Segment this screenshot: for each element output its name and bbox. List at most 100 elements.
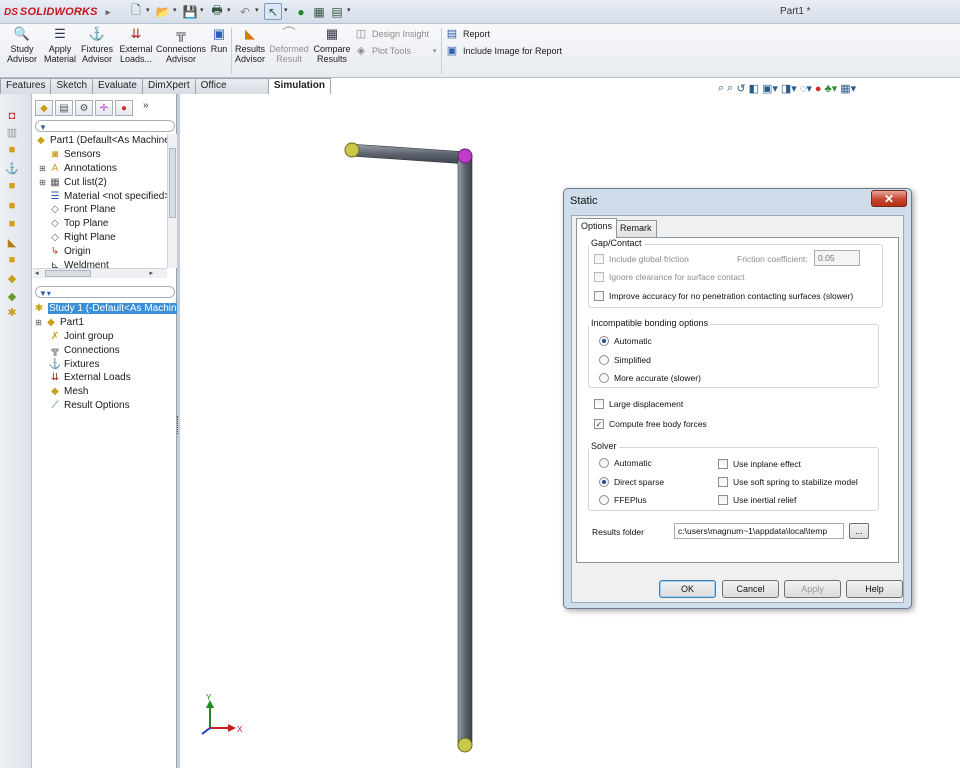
checkbox[interactable] [718, 495, 728, 505]
checkbox[interactable]: ✓ [594, 419, 604, 429]
bonding-simplified-radio[interactable]: Simplified [599, 355, 651, 365]
appearances-icon[interactable]: ■ [5, 218, 19, 230]
chevron-down-icon[interactable]: ▾ [200, 6, 204, 14]
study-advisor-button[interactable]: 🔍 Study Advisor [6, 26, 38, 64]
radio-button[interactable] [599, 458, 609, 468]
ignore-clearance-checkbox[interactable]: Ignore clearance for surface contact [594, 272, 745, 282]
expand-icon[interactable]: ⊞ [39, 178, 46, 187]
results-advisor-button[interactable]: ◣ Results Advisor [234, 26, 266, 64]
tree-item-cut-list[interactable]: ⊞ ▦ Cut list(2) [33, 175, 167, 189]
tree-item-right-plane[interactable]: ◇ Right Plane [33, 231, 167, 245]
tab-features[interactable]: Features [0, 78, 52, 94]
scroll-left-icon[interactable]: ◂ [35, 269, 39, 277]
configuration-manager-tab-icon[interactable]: ⚙ [75, 100, 93, 116]
beam-vertical[interactable] [457, 155, 473, 745]
tree-item-study-1[interactable]: ✱ Study 1 (-Default<As Machined [33, 302, 177, 316]
compare-results-button[interactable]: ▦ Compare Results [313, 26, 351, 64]
study-filter-input[interactable]: ▼▾ [35, 286, 175, 298]
chevron-down-icon[interactable]: ▾ [284, 6, 288, 14]
include-global-friction-checkbox[interactable]: Include global friction [594, 254, 689, 264]
custom-properties-icon[interactable]: ◆ [5, 290, 19, 303]
include-image-button[interactable]: ▣ Include Image for Report [445, 44, 562, 57]
tree-item-result-options[interactable]: ⟋ Result Options [33, 399, 177, 413]
solidworks-logo[interactable]: DS SOLIDWORKS ▸ [4, 4, 110, 20]
tab-dimxpert[interactable]: DimXpert [141, 78, 196, 94]
use-inertial-relief-checkbox[interactable]: Use inertial relief [718, 495, 796, 505]
ok-button[interactable]: OK [659, 580, 716, 598]
tree-item-annotations[interactable]: ⊞ A Annotations [33, 162, 167, 176]
checkbox[interactable] [594, 254, 604, 264]
joint-node-bottom[interactable] [457, 737, 473, 753]
tree-item-fixtures[interactable]: ⚓ Fixtures [33, 357, 177, 371]
connections-advisor-button[interactable]: ╦ Connections Advisor [156, 26, 206, 64]
close-button[interactable]: ✕ [871, 190, 907, 207]
cancel-button[interactable]: Cancel [722, 580, 779, 598]
apply-material-button[interactable]: ☰ Apply Material [44, 26, 76, 64]
options-icon[interactable]: ▤ [328, 3, 346, 20]
radio-button[interactable] [599, 495, 609, 505]
tree-item-connections[interactable]: ╦ Connections [33, 343, 177, 357]
solver-automatic-radio[interactable]: Automatic [599, 458, 652, 468]
tree-item-top-plane[interactable]: ◇ Top Plane [33, 217, 167, 231]
simulation-icon[interactable]: ✱ [5, 306, 19, 319]
use-inplane-effect-checkbox[interactable]: Use inplane effect [718, 459, 801, 469]
scrollbar-thumb[interactable] [45, 270, 91, 277]
results-folder-input[interactable]: c:\users\magnum~1\appdata\local\temp [674, 523, 844, 539]
tab-evaluate[interactable]: Evaluate [92, 78, 143, 94]
rebuild-icon[interactable]: ● [292, 3, 310, 20]
property-manager-tab-icon[interactable]: ▤ [55, 100, 73, 116]
browse-button[interactable]: ... [849, 523, 869, 539]
tab-sketch[interactable]: Sketch [50, 78, 94, 94]
chevron-down-icon[interactable]: ▾ [146, 6, 150, 14]
view-palette-icon[interactable]: ■ [5, 200, 19, 212]
open-icon[interactable]: 📂 [154, 3, 172, 20]
expand-icon[interactable]: ⊞ [35, 318, 42, 327]
feature-filter-input[interactable]: ▼ [35, 120, 175, 132]
tree-horizontal-scrollbar[interactable]: ◂ ▸ [33, 268, 167, 278]
chevron-down-icon[interactable]: ▾ [227, 6, 231, 14]
tree-vertical-scrollbar[interactable] [167, 134, 177, 268]
chevron-down-icon[interactable]: ▾ [255, 6, 259, 14]
tree-item-mesh[interactable]: ◆ Mesh [33, 385, 177, 399]
radio-button[interactable] [599, 373, 609, 383]
tree-item-joint-group[interactable]: ✗ Joint group [33, 330, 177, 344]
expand-icon[interactable]: ⊞ [39, 164, 46, 173]
plot-icon[interactable]: ◣ [5, 236, 19, 249]
display-manager-tab-icon[interactable]: ● [115, 100, 133, 116]
solidworks-resources-icon[interactable]: ◘ [5, 110, 19, 122]
new-icon[interactable]: 🗋 [127, 3, 145, 20]
beam-horizontal[interactable] [349, 143, 469, 165]
run-button[interactable]: ▣ Run [208, 26, 230, 54]
radio-button[interactable] [599, 477, 609, 487]
tab-remark[interactable]: Remark [615, 220, 657, 237]
expand-panel-icon[interactable]: » [143, 100, 149, 118]
save-icon[interactable]: 💾 [181, 3, 199, 20]
undo-icon[interactable]: ↶ [236, 3, 254, 20]
file-properties-icon[interactable]: ▦ [310, 3, 328, 20]
scroll-right-icon[interactable]: ▸ [149, 269, 153, 277]
select-icon[interactable]: ↖ [264, 3, 282, 20]
results-icon[interactable]: ■ [5, 254, 19, 266]
chevron-down-icon[interactable]: ▾ [347, 6, 351, 14]
tree-item-part1[interactable]: ⊞ ◆ Part1 [33, 316, 177, 330]
joint-node-corner[interactable] [457, 148, 473, 164]
compute-free-body-forces-checkbox[interactable]: ✓ Compute free body forces [594, 419, 707, 429]
checkbox[interactable] [718, 477, 728, 487]
help-button[interactable]: Help [846, 580, 903, 598]
friction-coefficient-input[interactable]: 0.05 [814, 250, 860, 266]
deformed-result-button[interactable]: ⌒ Deformed Result [269, 26, 309, 64]
tree-item-weldment[interactable]: ⊾ Weldment [33, 258, 167, 268]
fixtures-icon[interactable]: ⚓ [5, 162, 19, 175]
print-icon[interactable]: 🖶 [208, 3, 226, 20]
feature-manager-tab-icon[interactable]: ◆ [35, 100, 53, 116]
checkbox[interactable] [594, 291, 604, 301]
radio-button[interactable] [599, 355, 609, 365]
plot-tools-button[interactable]: ◈ Plot Tools ▾ [354, 44, 437, 57]
solver-ffeplus-radio[interactable]: FFEPlus [599, 495, 647, 505]
use-soft-spring-checkbox[interactable]: Use soft spring to stabilize model [718, 477, 858, 487]
dimxpert-manager-tab-icon[interactable]: ✛ [95, 100, 113, 116]
bonding-more-accurate-radio[interactable]: More accurate (slower) [599, 373, 701, 383]
checkbox[interactable] [718, 459, 728, 469]
improve-accuracy-checkbox[interactable]: Improve accuracy for no penetration cont… [594, 291, 853, 301]
edit-appearance-icon[interactable]: ● [815, 83, 822, 95]
